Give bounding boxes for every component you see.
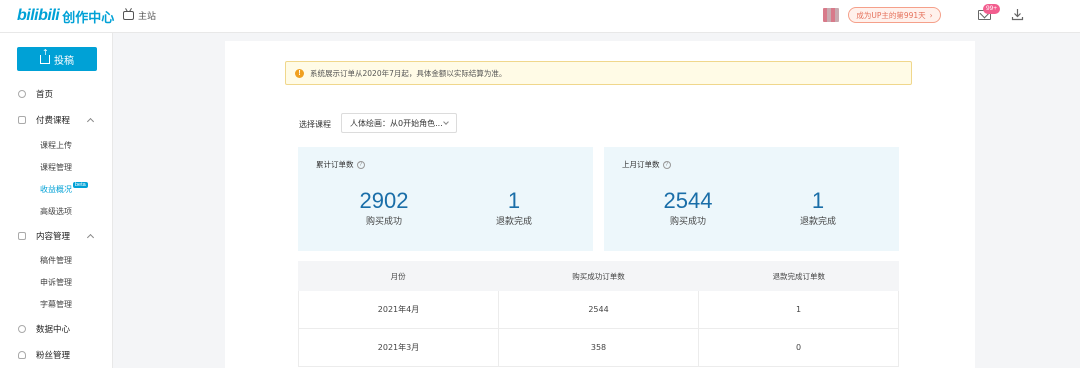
sidebar-item-label: 粉丝管理 <box>36 351 71 361</box>
sidebar-item-label: 首页 <box>36 90 54 100</box>
upload-button-label: 投稿 <box>54 55 74 67</box>
help-icon[interactable]: ? <box>356 160 365 169</box>
chevron-right-icon: › <box>929 10 933 20</box>
column-header: 退款完成订单数 <box>772 271 826 281</box>
sidebar-item-data-center[interactable]: 数据中心 <box>0 320 112 338</box>
column-header: 月份 <box>390 271 406 281</box>
sidebar-item-course-manage[interactable]: 课程管理 <box>40 159 72 175</box>
purchased-value: 2902 <box>359 188 409 213</box>
notice-banner: ! 系统展示订单从2020年7月起，具体金额以实际结算为准。 <box>285 61 912 85</box>
table-cell: 2544 <box>499 291 699 328</box>
card-title-text: 上月订单数 <box>622 160 660 169</box>
purchased-value: 2544 <box>663 188 713 213</box>
chevron-up-icon <box>86 233 95 242</box>
up-days-text: 成为UP主的第991天 <box>856 10 926 20</box>
sidebar-item-label: 课程管理 <box>40 162 72 172</box>
home-link-label: 主站 <box>138 12 157 22</box>
purchased-label: 购买成功 <box>669 217 706 227</box>
last-month-orders-card: 上月订单数 ? 2544 购买成功 1 退款完成 <box>604 147 899 251</box>
table-cell: 1 <box>795 305 802 314</box>
sidebar-item-label: 课程上传 <box>40 140 72 150</box>
logo-mark: bilibili <box>17 7 60 24</box>
refund-label: 退款完成 <box>495 217 532 227</box>
sidebar-item-label: 稿件管理 <box>40 255 72 265</box>
home-link[interactable]: 主站 <box>123 9 156 22</box>
sidebar-item-label: 收益概况 <box>40 184 72 194</box>
notice-text: 系统展示订单从2020年7月起，具体金额以实际结算为准。 <box>310 68 507 78</box>
refund-value: 1 <box>811 188 825 213</box>
course-filter-label: 选择课程 <box>299 120 331 129</box>
top-bar: bilibili 创作中心 主站 成为UP主的第991天 › 99+ <box>0 0 1080 33</box>
tv-icon <box>123 11 134 20</box>
course-select[interactable]: 人体绘画：从0开始角色... <box>341 113 457 133</box>
table-cell: 358 <box>499 329 699 366</box>
sidebar-item-label: 字幕管理 <box>40 299 72 309</box>
total-orders-card: 累计订单数 ? 2902 购买成功 1 退款完成 <box>298 147 593 251</box>
logo-text: 创作中心 <box>62 10 115 26</box>
table-cell: 2021年3月 <box>299 329 499 366</box>
sidebar-item-label: 高级选项 <box>40 206 72 216</box>
table-cell: 2021年4月 <box>299 291 499 328</box>
chevron-down-icon <box>443 119 449 125</box>
sidebar-item-label: 数据中心 <box>36 325 71 335</box>
home-icon <box>18 90 26 98</box>
avatar[interactable] <box>823 8 839 22</box>
sidebar-item-subtitle-manage[interactable]: 字幕管理 <box>40 296 72 312</box>
sidebar-item-label: 内容管理 <box>36 232 71 242</box>
course-select-value: 人体绘画：从0开始角色... <box>350 118 443 128</box>
main-content: ! 系统展示订单从2020年7月起，具体金额以实际结算为准。 选择课程 人体绘画… <box>225 41 975 368</box>
beta-tag: beta <box>73 182 88 188</box>
refund-label: 退款完成 <box>799 217 836 227</box>
sidebar-item-content-manage[interactable]: 内容管理 <box>0 227 112 245</box>
up-days-badge[interactable]: 成为UP主的第991天 › <box>848 7 941 23</box>
refund-value: 1 <box>507 188 521 213</box>
upload-button[interactable]: 投稿 <box>17 47 97 71</box>
sidebar: 投稿 首页 付费课程 课程上传 课程管理 收益概况 beta 高级选项 内容管理… <box>0 33 113 368</box>
sidebar-item-home[interactable]: 首页 <box>0 85 112 103</box>
warning-icon: ! <box>295 68 304 78</box>
content-icon <box>18 232 26 240</box>
sidebar-item-revenue-overview[interactable]: 收益概况 beta <box>40 181 88 197</box>
sidebar-item-course-upload[interactable]: 课程上传 <box>40 137 72 153</box>
sidebar-item-fans-manage[interactable]: 粉丝管理 <box>0 346 112 364</box>
course-icon <box>18 116 26 124</box>
purchased-label: 购买成功 <box>365 217 402 227</box>
table-header: 月份 购买成功订单数 退款完成订单数 <box>298 261 899 291</box>
card-title: 上月订单数 ? <box>622 159 671 170</box>
sidebar-item-advanced-options[interactable]: 高级选项 <box>40 203 72 219</box>
sidebar-item-label: 付费课程 <box>36 116 71 126</box>
sidebar-item-paid-courses[interactable]: 付费课程 <box>0 111 112 129</box>
sidebar-item-label: 申诉管理 <box>40 277 72 287</box>
notification-badge: 99+ <box>983 4 1001 14</box>
card-title: 累计订单数 ? <box>316 159 365 170</box>
sidebar-item-appeal-manage[interactable]: 申诉管理 <box>40 274 72 290</box>
user-icon <box>18 351 26 359</box>
logo[interactable]: bilibili 创作中心 <box>17 6 114 26</box>
table-row: 2021年3月 358 0 <box>298 329 899 367</box>
sidebar-item-manuscript-manage[interactable]: 稿件管理 <box>40 252 72 268</box>
chevron-up-icon <box>86 117 95 126</box>
data-icon <box>18 325 26 333</box>
help-icon[interactable]: ? <box>662 160 671 169</box>
table-cell: 0 <box>795 343 802 352</box>
upload-icon <box>40 49 50 64</box>
table-row: 2021年4月 2544 1 <box>298 291 899 329</box>
download-icon[interactable] <box>1011 8 1024 21</box>
card-title-text: 累计订单数 <box>316 160 354 169</box>
orders-table: 月份 购买成功订单数 退款完成订单数 2021年4月 2544 1 2021年3… <box>298 261 899 367</box>
column-header: 购买成功订单数 <box>572 271 625 281</box>
